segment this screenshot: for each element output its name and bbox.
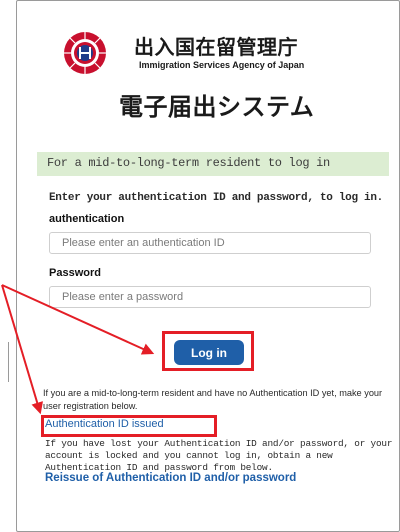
auth-id-label: authentication [49, 213, 125, 225]
login-section-title: For a mid-to-long-term resident to log i… [47, 156, 330, 170]
agency-name-en: Immigration Services Agency of Japan [139, 60, 305, 70]
login-card: 出入国在留管理庁 Immigration Services Agency of … [16, 0, 400, 532]
lost-credentials-instructions: If you have lost your Authentication ID … [45, 438, 393, 473]
no-id-instructions: If you are a mid-to-long-term resident a… [43, 388, 383, 411]
agency-emblem-icon [64, 32, 106, 74]
password-input[interactable] [49, 286, 371, 308]
login-button[interactable]: Log in [174, 340, 244, 365]
reissue-credentials-link[interactable]: Reissue of Authentication ID and/or pass… [45, 472, 296, 484]
edge-tick [8, 342, 9, 382]
page-edge [0, 0, 16, 512]
login-instruction: Enter your authentication ID and passwor… [49, 192, 383, 204]
authentication-id-issued-link[interactable]: Authentication ID issued [45, 418, 164, 430]
header: 出入国在留管理庁 Immigration Services Agency of … [17, 25, 399, 125]
login-section-header: For a mid-to-long-term resident to log i… [37, 152, 389, 176]
password-label: Password [49, 267, 101, 279]
system-title: 電子届出システム [119, 93, 315, 121]
agency-name-ja: 出入国在留管理庁 [134, 35, 298, 59]
auth-id-input[interactable] [49, 232, 371, 254]
